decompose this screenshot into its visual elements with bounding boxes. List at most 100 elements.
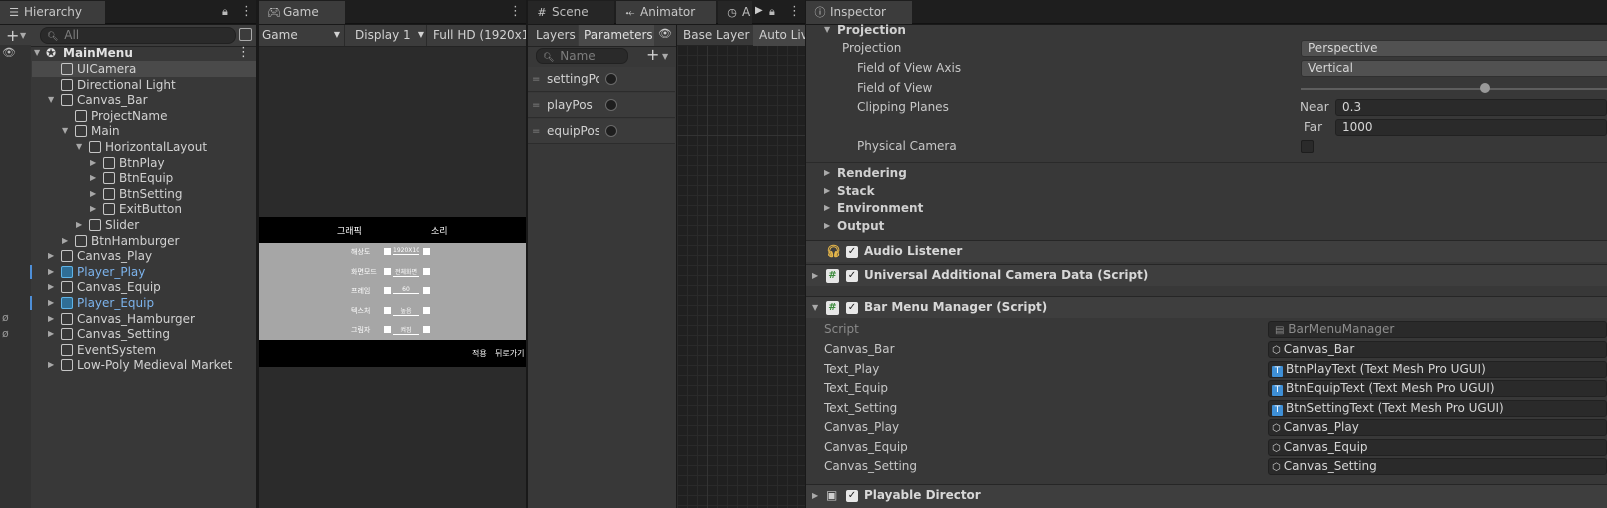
hierarchy-item[interactable]: ▶ BtnPlay [32,155,256,171]
auto-live-toggle[interactable]: Auto Live [753,25,805,46]
chevron-down-icon[interactable]: ▼ [62,123,68,139]
tab-layers[interactable]: Layers [528,25,578,46]
hierarchy-item[interactable]: ▶ Canvas_Setting [32,326,256,342]
tab-animation[interactable]: ◷ A [718,1,752,24]
chevron-down-icon[interactable]: ▼ [812,297,818,318]
animator-graph[interactable] [677,25,805,508]
prev-arrow-icon[interactable] [384,306,391,314]
chevron-down-icon[interactable]: ▼ [48,92,54,108]
fov-slider-track[interactable] [1301,88,1607,90]
param-search-input[interactable]: 🔍︎ Name [536,48,628,64]
hierarchy-item[interactable]: ▶ Canvas_Play [32,248,256,264]
foldout-environment[interactable]: ▶ Environment [806,199,1607,217]
object-reference-field[interactable]: T BtnPlayText (Text Mesh Pro UGUI) [1268,360,1607,378]
object-reference-field[interactable]: ⬡ Canvas_Setting [1268,458,1607,475]
hierarchy-item[interactable]: ▼ Main [32,123,256,139]
chevron-right-icon[interactable]: ▶ [48,357,54,373]
parameter-name[interactable]: settingPos [547,67,599,92]
drag-handle-icon[interactable]: = [532,93,540,118]
hierarchy-item[interactable]: ▶ BtnHamburger [32,233,256,249]
object-reference-field[interactable]: T BtnEquipText (Text Mesh Pro UGUI) [1268,380,1607,397]
bool-toggle[interactable] [605,73,617,85]
parameter-name[interactable]: equipPos [547,119,599,144]
add-icon[interactable]: + [6,26,19,45]
chevron-down-icon[interactable]: ▼ [662,52,668,61]
hierarchy-item[interactable]: ▶ Canvas_Hamburger [32,311,256,327]
chevron-right-icon[interactable]: ▶ [76,217,82,233]
hierarchy-item[interactable]: ▼ HorizontalLayout [32,139,256,155]
chevron-right-icon[interactable]: ▶ [90,155,96,171]
chevron-down-icon[interactable]: ▼ [34,45,40,61]
uacd-enabled-checkbox[interactable]: ✓ [846,270,858,282]
prev-arrow-icon[interactable] [384,248,391,255]
projection-foldout[interactable]: ▼ Projection [806,21,1607,39]
uacd-header[interactable]: ▶ # ✓ Universal Additional Camera Data (… [806,264,1607,286]
next-arrow-icon[interactable] [423,326,430,333]
play-arrow-icon[interactable]: ▶ [755,5,763,16]
hierarchy-item[interactable]: ▶ BtnEquip [32,170,256,186]
chevron-right-icon[interactable]: ▶ [62,233,68,249]
hierarchy-item[interactable]: ▶ BtnSetting [32,186,256,202]
chevron-right-icon[interactable]: ▶ [48,311,54,327]
chevron-right-icon[interactable]: ▶ [48,295,54,311]
hierarchy-item[interactable]: ▶ Player_Equip [30,295,256,311]
chevron-right-icon[interactable]: ▶ [812,265,818,286]
hierarchy-item[interactable]: ▶ ExitButton [32,201,256,217]
chevron-right-icon[interactable]: ▶ [48,279,54,295]
hierarchy-item[interactable]: ▶ Low-Poly Medieval Market [32,357,256,373]
bar-menu-manager-header[interactable]: ▼ # ✓ Bar Menu Manager (Script) [806,296,1607,318]
chevron-right-icon[interactable]: ▶ [812,485,818,506]
chevron-right-icon[interactable]: ▶ [90,170,96,186]
chevron-right-icon[interactable]: ▶ [90,201,96,217]
bool-toggle[interactable] [605,125,617,137]
hierarchy-item[interactable]: UICamera [32,61,256,77]
eye-icon[interactable]: 👁︎ [2,46,16,59]
prev-arrow-icon[interactable] [384,267,391,275]
tab-hierarchy[interactable]: ☰ Hierarchy [0,1,105,24]
hierarchy-item[interactable]: Directional Light [32,77,256,93]
drag-handle-icon[interactable]: = [532,119,540,144]
animator-parameter[interactable]: = settingPos [528,67,675,92]
foldout-stack[interactable]: ▶ Stack [806,182,1607,200]
more-menu-icon[interactable]: ⋮ [788,4,801,19]
more-menu-icon[interactable]: ⋮ [237,45,250,61]
tab-game[interactable]: 🎮︎ Game [259,1,345,24]
next-arrow-icon[interactable] [423,306,430,314]
animator-parameter[interactable]: = playPos [528,93,675,118]
audio-listener-enabled-checkbox[interactable]: ✓ [846,246,858,258]
foldout-output[interactable]: ▶ Output [806,217,1607,235]
bool-toggle[interactable] [605,99,617,111]
projection-dropdown[interactable]: Perspective [1301,40,1607,57]
hierarchy-item[interactable]: ▶ Canvas_Equip [32,279,256,295]
hierarchy-search-input[interactable]: 🔍︎ All [40,27,236,44]
eye-icon[interactable]: 👁︎ [658,27,672,40]
tab-scene[interactable]: # Scene [528,1,614,24]
object-reference-field[interactable]: ⬡ Canvas_Play [1268,419,1607,436]
prev-arrow-icon[interactable] [384,287,391,294]
near-input[interactable]: 0.3 [1335,99,1607,116]
foldout-rendering[interactable]: ▶ Rendering [806,164,1607,182]
playable-director-header[interactable]: ▶ ▣ ✓ Playable Director [806,484,1607,508]
next-arrow-icon[interactable] [423,287,430,294]
playable-director-enabled-checkbox[interactable]: ✓ [846,490,858,502]
hierarchy-item[interactable]: ▼ Canvas_Bar [32,92,256,108]
lock-icon[interactable]: 🔒︎ [222,5,228,19]
fov-axis-dropdown[interactable]: Vertical [1301,60,1607,77]
fov-slider-thumb[interactable] [1479,83,1490,93]
display-dropdown[interactable]: Display 1 ▼ [351,25,427,46]
eye-hidden-icon[interactable]: ø [2,311,9,324]
far-input[interactable]: 1000 [1335,119,1607,136]
hierarchy-item[interactable]: ProjectName [32,108,256,124]
audio-listener-header[interactable]: 🎧︎ ✓ Audio Listener [806,240,1607,262]
chevron-down-icon[interactable]: ▼ [76,139,82,155]
scene-visibility-icon[interactable] [239,28,252,41]
prev-arrow-icon[interactable] [384,326,391,333]
physical-camera-checkbox[interactable] [1301,140,1314,153]
game-mode-dropdown[interactable]: Game ▼ [259,25,345,46]
chevron-right-icon[interactable]: ▶ [48,248,54,264]
base-layer-breadcrumb[interactable]: Base Layer [683,28,750,42]
chevron-right-icon[interactable]: ▶ [48,326,54,342]
eye-hidden-icon[interactable]: ø [2,327,9,340]
tab-animator[interactable]: ⤝ Animator [616,1,716,24]
hierarchy-item[interactable]: ▶ Player_Play [30,264,256,280]
